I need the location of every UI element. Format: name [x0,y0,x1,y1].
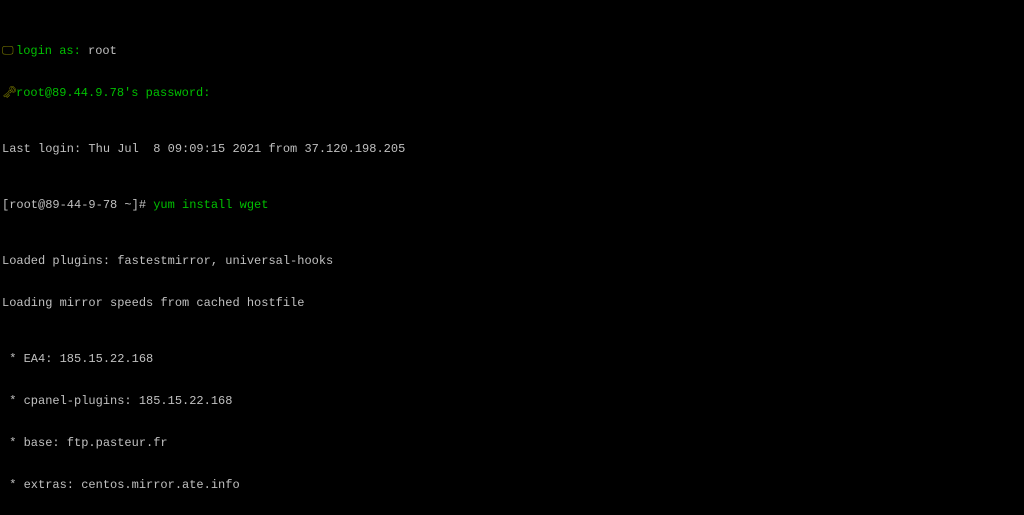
terminal-icon: 🖵 [2,44,16,58]
key-icon: 🗝 [2,86,16,100]
mirror-line: * cpanel-plugins: 185.15.22.168 [2,394,1024,408]
mirror-line: * extras: centos.mirror.ate.info [2,478,1024,492]
login-prompt: login as: [16,44,88,58]
shell-prompt: [root@89-44-9-78 ~]# [2,198,153,212]
mirror-line: * base: ftp.pasteur.fr [2,436,1024,450]
terminal-output[interactable]: 🖵login as: root 🗝root@89.44.9.78's passw… [0,0,1024,515]
login-user: root [88,44,117,58]
loading-speeds: Loading mirror speeds from cached hostfi… [2,296,1024,310]
last-login: Last login: Thu Jul 8 09:09:15 2021 from… [2,142,1024,156]
loaded-plugins: Loaded plugins: fastestmirror, universal… [2,254,1024,268]
mirror-line: * EA4: 185.15.22.168 [2,352,1024,366]
command-yum: yum install wget [153,198,268,212]
password-prompt: root@89.44.9.78's password: [16,86,210,100]
